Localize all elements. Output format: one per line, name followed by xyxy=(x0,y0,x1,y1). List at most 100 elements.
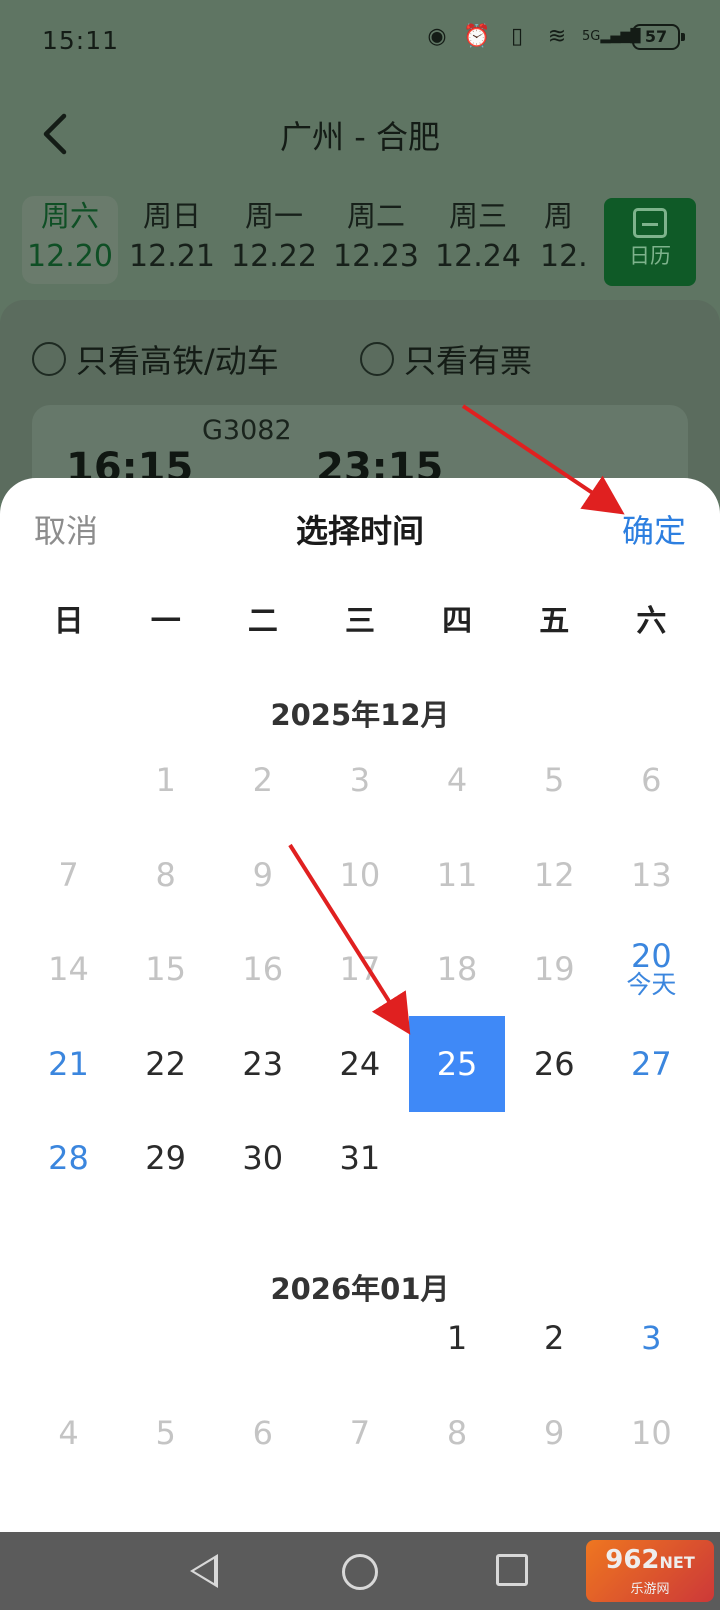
calendar-day: 6 xyxy=(641,761,662,799)
calendar-day[interactable]: 21 xyxy=(21,1016,117,1112)
weekday-label: 一 xyxy=(150,604,181,639)
sheet-title: 选择时间 xyxy=(295,512,424,550)
status-icons: ◉ ⏰ ▯ ≋ 5G▂▄▆█ 57 xyxy=(422,22,685,52)
nav-back-icon[interactable] xyxy=(190,1554,218,1588)
date-tab-weekday: 周三 xyxy=(448,199,507,233)
calendar-day[interactable]: 30 xyxy=(215,1110,311,1206)
signal-icon: 5G▂▄▆█ xyxy=(582,29,641,44)
date-tab-date: 12.24 xyxy=(435,239,521,274)
calendar-day: 10 xyxy=(339,856,381,894)
calendar-day: 6 xyxy=(252,1414,273,1452)
calendar-day: 11 xyxy=(436,856,478,894)
radio-icon[interactable] xyxy=(32,342,66,376)
date-tab-weekday: 周一 xyxy=(244,199,303,233)
weekday-header: 日 一 二 三 四 五 六 xyxy=(20,596,700,646)
filter-available[interactable]: 只看有票 xyxy=(360,336,532,382)
train-code: G3082 xyxy=(202,415,292,446)
date-tab[interactable]: 周 12. xyxy=(532,196,592,284)
date-strip: 周六 12.20 周日 12.21 周一 12.22 周二 12.23 周三 1… xyxy=(0,190,720,290)
calendar-day: 17 xyxy=(339,950,381,988)
filter-label: 只看有票 xyxy=(404,342,533,380)
date-tab[interactable]: 周二 12.23 xyxy=(328,196,424,284)
date-tab[interactable]: 周三 12.24 xyxy=(430,196,526,284)
calendar-day[interactable]: 20 今天 xyxy=(603,921,699,1017)
calendar-day[interactable]: 25 xyxy=(409,1016,506,1112)
calendar-day[interactable]: 29 xyxy=(118,1110,214,1206)
calendar-day: 9 xyxy=(252,856,273,894)
confirm-button[interactable]: 确定 xyxy=(622,506,686,552)
calendar-day: 13 xyxy=(630,856,672,894)
date-tab-date: 12.20 xyxy=(27,239,113,274)
calendar-day[interactable]: 2 xyxy=(506,1290,602,1386)
cancel-button[interactable]: 取消 xyxy=(34,506,98,552)
calendar-day: 19 xyxy=(533,950,575,988)
calendar-day: 5 xyxy=(544,761,565,799)
calendar-day: 4 xyxy=(58,1414,79,1452)
weekday-label: 二 xyxy=(247,604,278,639)
calendar-day: 15 xyxy=(145,950,186,988)
date-tab-weekday: 周日 xyxy=(142,199,201,233)
weekday-label: 三 xyxy=(344,604,375,639)
calendar-button-label: 日历 xyxy=(629,244,671,268)
weekday-label: 四 xyxy=(442,604,473,639)
calendar-day: 4 xyxy=(446,761,468,799)
filter-highspeed[interactable]: 只看高铁/动车 xyxy=(32,336,279,382)
calendar-day: 1 xyxy=(155,761,176,799)
calendar-icon xyxy=(633,208,667,238)
radio-icon[interactable] xyxy=(360,342,394,376)
calendar-day[interactable]: 3 xyxy=(603,1290,699,1386)
calendar-day[interactable]: 1 xyxy=(409,1290,505,1386)
calendar-day: 18 xyxy=(436,950,478,988)
month-title: 2025年12月 xyxy=(270,698,450,732)
weekday-label: 日 xyxy=(53,604,84,639)
calendar-day: 3 xyxy=(349,761,371,799)
calendar-day[interactable]: 31 xyxy=(312,1110,408,1206)
calendar-day: 9 xyxy=(544,1414,565,1452)
filter-label: 只看高铁/动车 xyxy=(76,342,279,380)
date-picker-sheet: 取消 选择时间 确定 日 一 二 三 四 五 六 2025年12月 2026年0… xyxy=(0,478,720,1532)
calendar-day[interactable]: 26 xyxy=(506,1016,602,1112)
calendar-day: 14 xyxy=(48,950,89,988)
calendar-button[interactable]: 日历 xyxy=(604,198,696,286)
date-tab[interactable]: 周六 12.20 xyxy=(22,196,118,284)
nav-home-icon[interactable] xyxy=(342,1554,378,1590)
route-title: 广州 - 合肥 xyxy=(280,118,440,156)
date-tab-date: 12. xyxy=(540,239,588,274)
calendar-day[interactable]: 28 xyxy=(21,1110,117,1206)
date-tab[interactable]: 周一 12.22 xyxy=(226,196,322,284)
wifi-icon: ≋ xyxy=(547,24,567,49)
date-tab-date: 12.22 xyxy=(231,239,317,274)
calendar-day: 8 xyxy=(446,1414,468,1452)
today-label: 今天 xyxy=(626,970,677,999)
date-tab[interactable]: 周日 12.21 xyxy=(124,196,220,284)
nav-bar: 广州 - 合肥 xyxy=(0,86,720,182)
status-bar: 15:11 ◉ ⏰ ▯ ≋ 5G▂▄▆█ 57 xyxy=(0,0,720,86)
calendar-day: 7 xyxy=(349,1414,371,1452)
weekday-label: 五 xyxy=(539,604,570,639)
vibrate-icon: ▯ xyxy=(510,24,524,49)
calendar-day: 7 xyxy=(58,856,79,894)
filter-panel: 只看高铁/动车 只看有票 G3082 16:15 23:15 xyxy=(0,300,720,505)
date-tab-weekday: 周二 xyxy=(346,199,405,233)
calendar-day: 2 xyxy=(252,761,273,799)
status-time: 15:11 xyxy=(42,26,120,55)
nav-recents-icon[interactable] xyxy=(496,1554,528,1586)
calendar-day[interactable]: 23 xyxy=(215,1016,311,1112)
calendar-day: 5 xyxy=(155,1414,176,1452)
weekday-label: 六 xyxy=(636,604,667,639)
date-tab-weekday: 周 xyxy=(544,199,574,233)
date-tab-date: 12.23 xyxy=(333,239,419,274)
watermark-logo: 962NET 乐游网 xyxy=(586,1540,714,1602)
date-tab-date: 12.21 xyxy=(129,239,215,274)
date-tab-weekday: 周六 xyxy=(40,199,99,233)
calendar-day: 8 xyxy=(155,856,176,894)
battery-icon: 57 xyxy=(632,24,685,50)
eye-icon: ◉ xyxy=(427,24,447,49)
calendar-day: 10 xyxy=(630,1414,672,1452)
calendar-day: 12 xyxy=(533,856,575,894)
alarm-icon: ⏰ xyxy=(463,24,491,49)
calendar-day[interactable]: 22 xyxy=(118,1016,214,1112)
calendar-day[interactable]: 27 xyxy=(603,1016,699,1112)
system-nav-bar: 962NET 乐游网 xyxy=(0,1532,720,1610)
calendar-day[interactable]: 24 xyxy=(312,1016,408,1112)
